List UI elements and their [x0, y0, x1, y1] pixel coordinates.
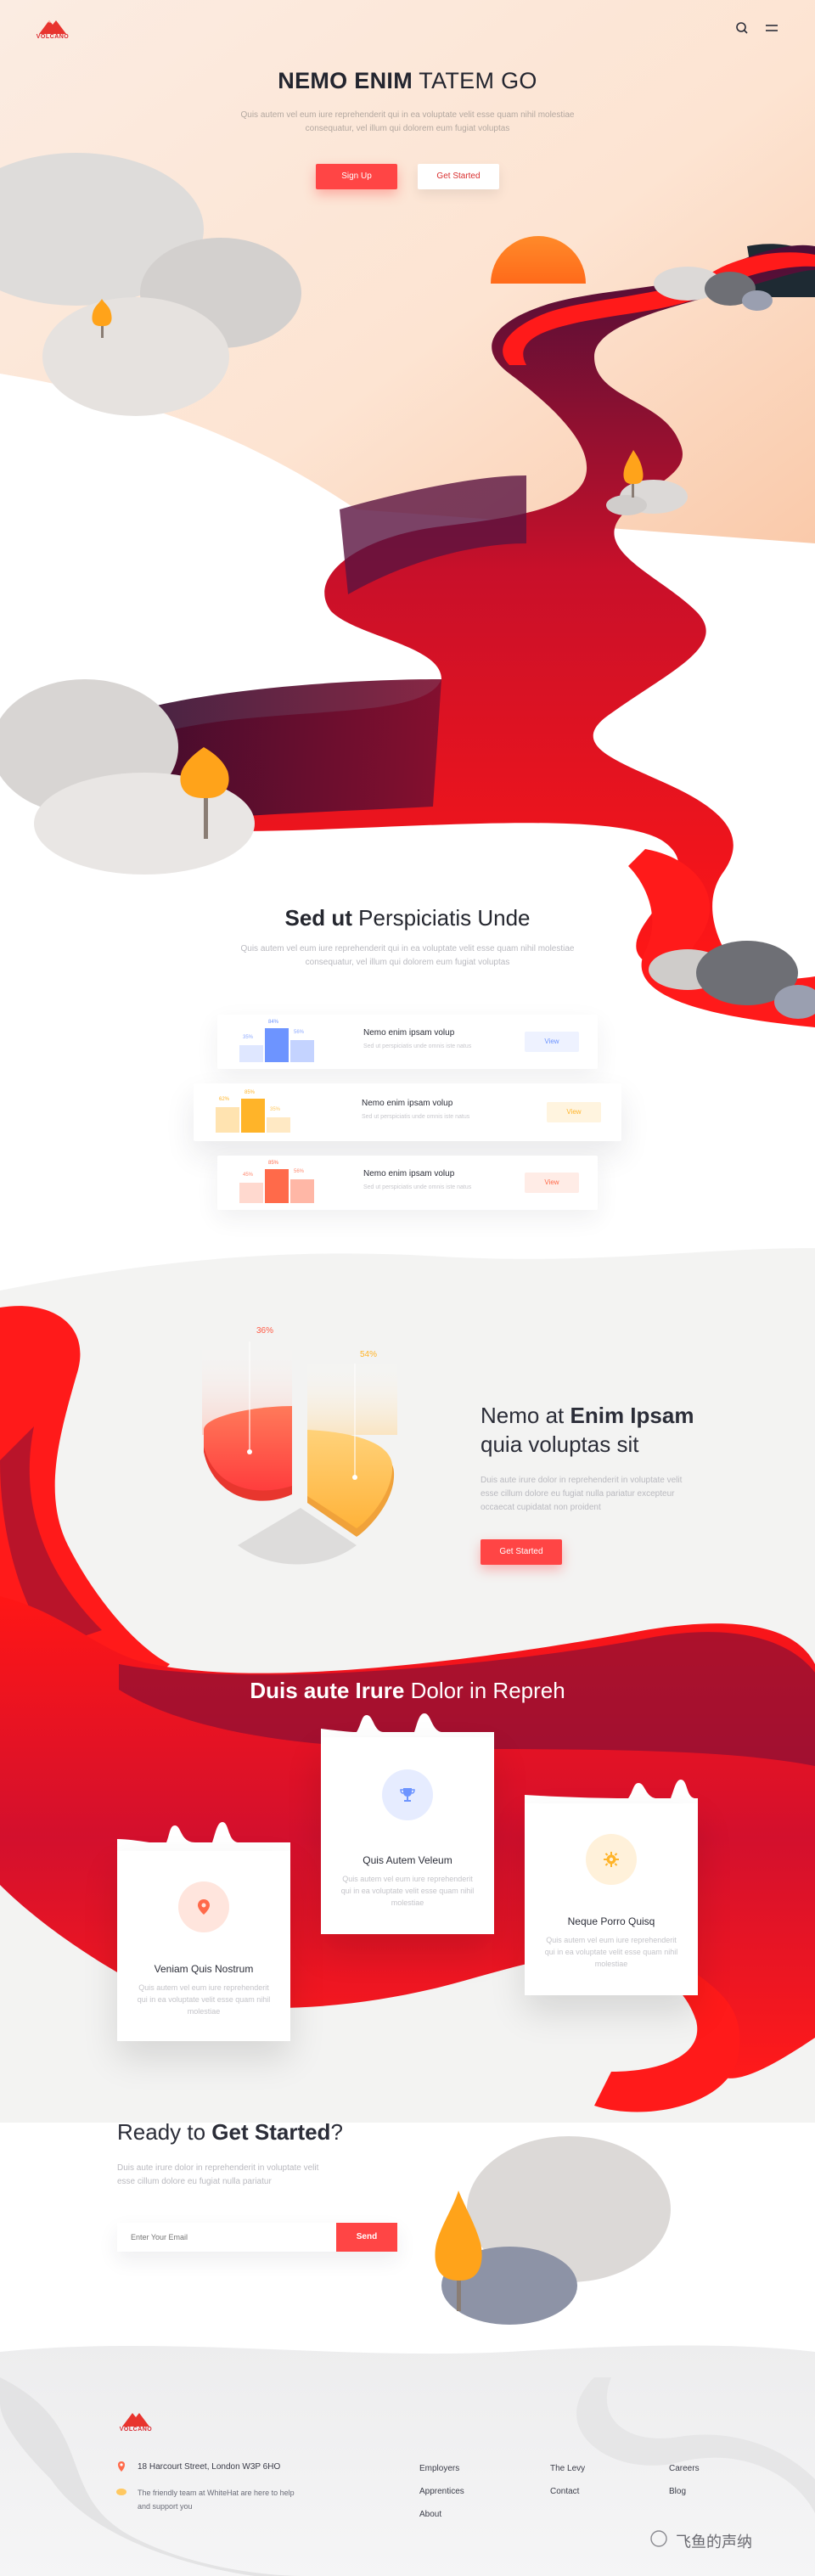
footer-link-apprentices[interactable]: Apprentices	[419, 2487, 464, 2496]
bar-label: 45%	[243, 1173, 254, 1178]
feature-card-2[interactable]: 62% 85% 35% Nemo enim ipsam volup Sed ut…	[194, 1083, 621, 1141]
service-card-description: Quis autem vel eum iure reprehenderit qu…	[137, 1983, 271, 2016]
service-card-1[interactable]: Veniam Quis Nostrum Quis autem vel eum i…	[117, 1851, 290, 2041]
mini-bar-chart: 62% 85% 35%	[216, 1090, 309, 1133]
hero-title-light: TATEM GO	[412, 68, 537, 93]
location-pin-icon	[118, 2461, 125, 2472]
feature-card-title: Nemo enim ipsam volup	[362, 1099, 453, 1108]
stats-description: Duis aute irure dolor in reprehenderit i…	[481, 1476, 683, 1512]
cta-description: Duis aute irure dolor in reprehenderit i…	[117, 2163, 319, 2186]
feature-card-button[interactable]: View	[525, 1032, 579, 1052]
gear-icon	[604, 1852, 619, 1867]
search-icon	[736, 22, 748, 34]
hero-title: NEMO ENIM TATEM GO	[0, 68, 815, 94]
services-title: Duis aute Irure Dolor in Repreh	[0, 1678, 815, 1704]
service-card-2[interactable]: Quis Autem Veleum Quis autem vel eum iur…	[321, 1737, 494, 1934]
features-title-bold: Sed ut	[284, 905, 352, 931]
bar-label: 35%	[270, 1107, 281, 1112]
sign-up-button[interactable]: Sign Up	[316, 164, 397, 189]
feature-card-3[interactable]: 45% 85% 56% Nemo enim ipsam volup Sed ut…	[217, 1156, 598, 1210]
feature-card-title: Nemo enim ipsam volup	[363, 1169, 455, 1178]
search-button[interactable]	[735, 21, 749, 35]
bar-label: 84%	[268, 1020, 279, 1025]
services-title-light: Dolor in Repreh	[404, 1678, 565, 1703]
footer-link-about[interactable]: About	[419, 2510, 441, 2519]
service-card-title: Quis Autem Veleum	[363, 1854, 452, 1866]
features-title: Sed ut Perspiciatis Unde	[0, 905, 815, 931]
footer-address: 18 Harcourt Street, London W3P 6HO	[138, 2462, 281, 2472]
brand-name: VOLCANO	[36, 34, 70, 40]
bar-label: 56%	[294, 1169, 305, 1174]
mini-bar-chart: 45% 85% 56%	[239, 1161, 333, 1203]
services-title-bold: Duis aute Irure	[250, 1678, 405, 1703]
stats-title-bold: Enim Ipsam	[570, 1403, 694, 1428]
service-card-description: Quis autem vel eum iure reprehenderit qu…	[544, 1936, 678, 1968]
bar-label: 56%	[294, 1030, 305, 1035]
email-input[interactable]	[117, 2223, 336, 2252]
volcano-logo-icon	[39, 20, 66, 34]
chat-bubble-icon	[116, 2489, 126, 2495]
pie-label-red: 36%	[256, 1326, 274, 1336]
service-card-title: Veniam Quis Nostrum	[154, 1963, 254, 1975]
feature-card-subtitle: Sed ut perspiciatis unde omnis iste natu…	[363, 1043, 472, 1049]
volcano-logo-icon	[122, 2413, 149, 2427]
stats-title-light: Nemo at	[481, 1403, 570, 1428]
send-button[interactable]: Send	[336, 2223, 397, 2252]
bar-label: 62%	[219, 1097, 230, 1102]
footer-link-careers[interactable]: Careers	[669, 2464, 700, 2473]
hero-get-started-button[interactable]: Get Started	[418, 164, 499, 189]
feature-card-subtitle: Sed ut perspiciatis unde omnis iste natu…	[363, 1184, 472, 1190]
cta-title-light: Ready to	[117, 2119, 212, 2145]
location-pin-icon	[198, 1899, 210, 1915]
feature-card-1[interactable]: 35% 84% 56% Nemo enim ipsam volup Sed ut…	[217, 1015, 598, 1069]
mini-bar-chart: 35% 84% 56%	[239, 1020, 333, 1062]
cta-title-end: ?	[330, 2119, 343, 2145]
feature-card-title: Nemo enim ipsam volup	[363, 1028, 455, 1038]
stats-title-line2: quia voluptas sit	[481, 1431, 639, 1457]
bar-label: 35%	[243, 1035, 254, 1040]
features-title-light: Perspiciatis Unde	[351, 905, 531, 931]
service-card-3[interactable]: Neque Porro Quisq Quis autem vel eum iur…	[525, 1803, 698, 1995]
stats-get-started-button[interactable]: Get Started	[481, 1539, 562, 1565]
footer-link-employers[interactable]: Employers	[419, 2464, 459, 2473]
hero-title-bold: NEMO ENIM	[278, 68, 413, 93]
features-subtitle: Quis autem vel eum iure reprehenderit qu…	[240, 944, 575, 967]
footer-logo[interactable]: VOLCANO	[117, 2408, 155, 2435]
pie-label-yellow: 54%	[360, 1350, 378, 1359]
menu-button[interactable]	[764, 22, 779, 34]
hero-subtitle: Quis autem vel eum iure reprehenderit qu…	[240, 110, 575, 133]
feature-card-button[interactable]: View	[525, 1173, 579, 1193]
bar-label: 85%	[268, 1161, 279, 1166]
feature-card-subtitle: Sed ut perspiciatis unde omnis iste natu…	[362, 1114, 470, 1120]
footer-tagline: The friendly team at WhiteHat are here t…	[138, 2489, 295, 2511]
footer-link-contact[interactable]: Contact	[550, 2487, 579, 2496]
service-card-title: Neque Porro Quisq	[567, 1915, 655, 1927]
service-card-description: Quis autem vel eum iure reprehenderit qu…	[340, 1875, 475, 1907]
bar-label: 85%	[244, 1090, 256, 1095]
footer-link-blog[interactable]: Blog	[669, 2487, 686, 2496]
brand-logo[interactable]: VOLCANO	[34, 15, 71, 42]
trophy-icon	[400, 1788, 415, 1802]
feature-card-button[interactable]: View	[547, 1102, 601, 1122]
hamburger-menu-icon	[766, 25, 778, 31]
stats-title: Nemo at Enim Ipsam quia voluptas sit	[481, 1401, 735, 1459]
cta-title-bold: Get Started	[211, 2119, 331, 2145]
background-illustration	[0, 0, 815, 2576]
footer-brand-name: VOLCANO	[119, 2427, 153, 2433]
watermark-text: 飞鱼的声纳	[676, 2534, 752, 2551]
footer-link-the-levy[interactable]: The Levy	[550, 2464, 585, 2473]
email-form: Send	[117, 2223, 397, 2252]
cta-title: Ready to Get Started?	[117, 2119, 343, 2146]
